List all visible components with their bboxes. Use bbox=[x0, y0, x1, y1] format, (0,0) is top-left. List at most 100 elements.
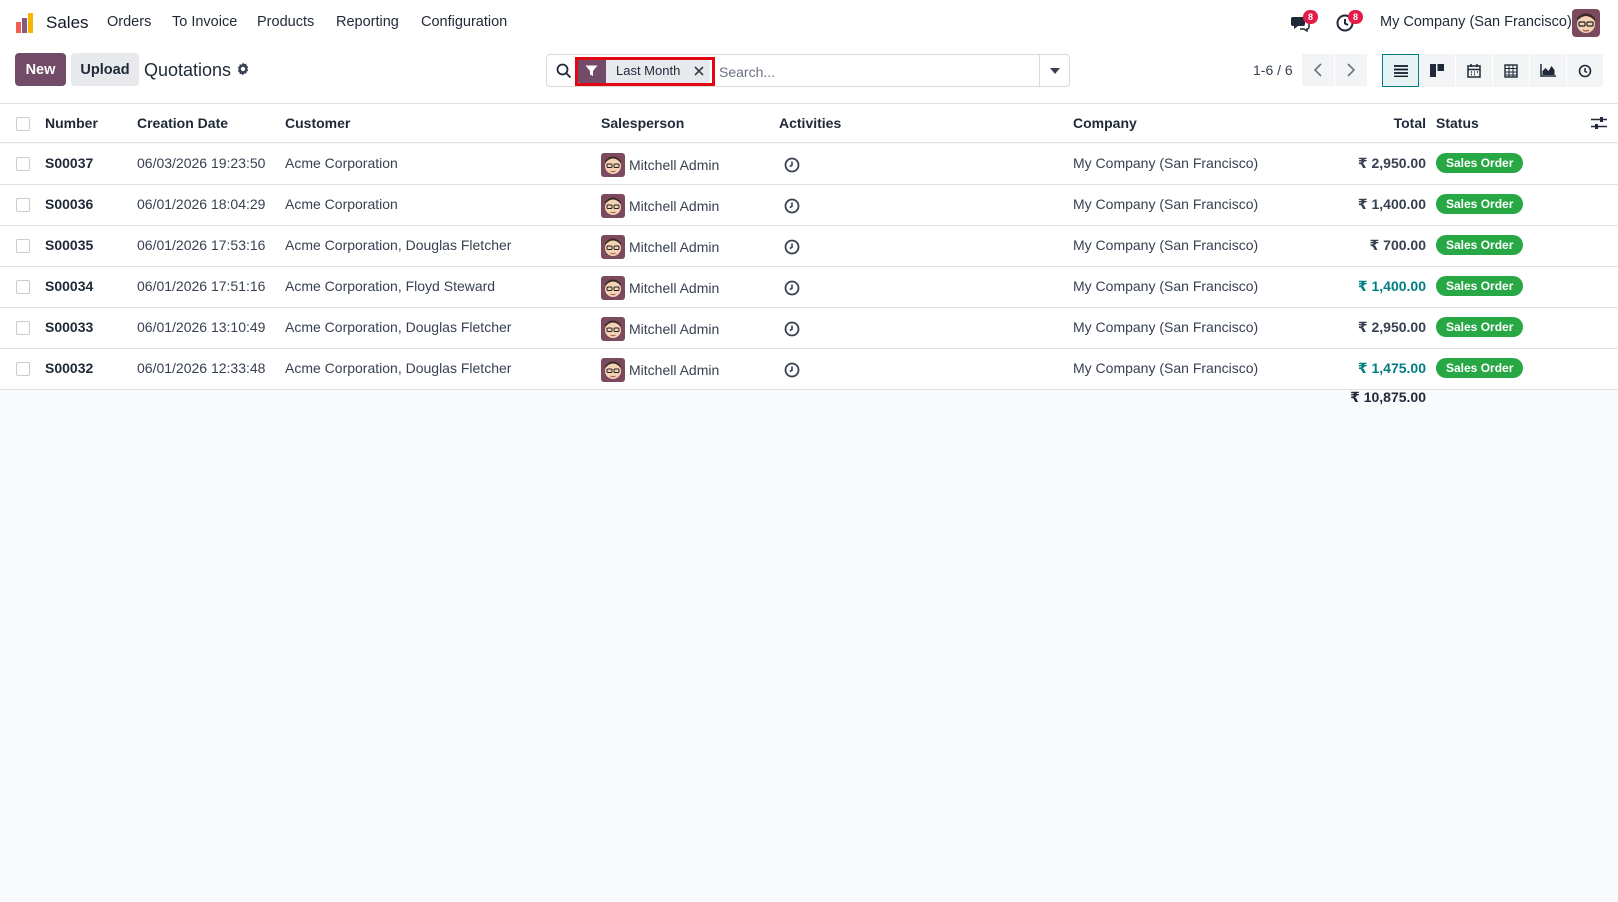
order-number: S00036 bbox=[45, 196, 94, 212]
search-panel: Last Month bbox=[546, 54, 1070, 87]
table-row[interactable]: S00035 06/01/2026 17:53:16 Acme Corporatio… bbox=[0, 226, 1618, 267]
salesperson-name: Mitchell Admin bbox=[629, 280, 720, 296]
activity-clock-icon[interactable] bbox=[783, 156, 801, 174]
clock-icon bbox=[1578, 64, 1592, 77]
activities-badge: 8 bbox=[1348, 10, 1363, 24]
column-number[interactable]: Number bbox=[45, 115, 98, 131]
activity-clock-icon[interactable] bbox=[783, 238, 801, 256]
graph-view-button[interactable] bbox=[1530, 54, 1567, 87]
search-facet-last-month: Last Month bbox=[577, 58, 711, 84]
pivot-view-button[interactable] bbox=[1493, 54, 1530, 87]
search-input[interactable] bbox=[719, 62, 1019, 82]
table-row[interactable]: S00036 06/01/2026 18:04:29 Acme Corporatio… bbox=[0, 185, 1618, 226]
list-view-button[interactable] bbox=[1382, 54, 1419, 87]
column-status[interactable]: Status bbox=[1436, 115, 1479, 131]
menu-to-invoice[interactable]: To Invoice bbox=[172, 14, 237, 30]
menu-orders[interactable]: Orders bbox=[107, 14, 151, 30]
status-badge: Sales Order bbox=[1436, 194, 1524, 214]
row-checkbox[interactable] bbox=[16, 157, 30, 171]
salesperson-name: Mitchell Admin bbox=[629, 321, 720, 337]
table-row[interactable]: S00032 06/01/2026 12:33:48 Acme Corporatio… bbox=[0, 349, 1618, 390]
column-company[interactable]: Company bbox=[1073, 115, 1137, 131]
user-avatar[interactable] bbox=[1572, 9, 1600, 37]
row-checkbox[interactable] bbox=[16, 362, 30, 376]
search-icon[interactable] bbox=[556, 63, 572, 79]
salesperson-avatar bbox=[601, 194, 625, 218]
facet-label: Last Month bbox=[606, 59, 689, 83]
customer-name: Acme Corporation, Douglas Fletcher bbox=[285, 360, 512, 376]
menu-products[interactable]: Products bbox=[257, 14, 314, 30]
new-button[interactable]: New bbox=[15, 53, 66, 86]
salesperson-avatar bbox=[601, 317, 625, 341]
column-total[interactable]: Total bbox=[1306, 115, 1426, 131]
salesperson-name: Mitchell Admin bbox=[629, 157, 720, 173]
order-total: ₹ 2,950.00 bbox=[1357, 319, 1426, 335]
column-creation-date[interactable]: Creation Date bbox=[137, 115, 228, 131]
order-total: ₹ 700.00 bbox=[1369, 237, 1426, 253]
customer-name: Acme Corporation, Floyd Steward bbox=[285, 278, 496, 294]
row-checkbox[interactable] bbox=[16, 321, 30, 335]
view-switcher bbox=[1382, 54, 1604, 87]
page-title: Quotations bbox=[144, 60, 232, 80]
status-badge: Sales Order bbox=[1436, 317, 1524, 337]
app-name[interactable]: Sales bbox=[46, 13, 89, 33]
chevron-right-icon bbox=[1347, 63, 1355, 77]
order-total: ₹ 1,400.00 bbox=[1357, 196, 1426, 212]
gear-icon[interactable] bbox=[236, 62, 250, 76]
search-options-toggle[interactable] bbox=[1039, 55, 1069, 86]
order-number: S00035 bbox=[45, 237, 94, 253]
area-chart-icon bbox=[1540, 64, 1556, 77]
status-badge: Sales Order bbox=[1436, 153, 1524, 173]
salesperson-name: Mitchell Admin bbox=[629, 239, 720, 255]
column-salesperson[interactable]: Salesperson bbox=[601, 115, 684, 131]
creation-date: 06/03/2026 19:23:50 bbox=[137, 155, 266, 171]
pager-next-button[interactable] bbox=[1335, 54, 1367, 86]
list-icon bbox=[1393, 64, 1408, 77]
salesperson-avatar bbox=[601, 235, 625, 259]
row-checkbox[interactable] bbox=[16, 280, 30, 294]
select-all-checkbox[interactable] bbox=[16, 117, 30, 131]
creation-date: 06/01/2026 12:33:48 bbox=[137, 360, 266, 376]
pager-previous-button[interactable] bbox=[1302, 54, 1334, 86]
company-switcher[interactable]: My Company (San Francisco) bbox=[1380, 14, 1572, 30]
row-checkbox[interactable] bbox=[16, 239, 30, 253]
activity-clock-icon[interactable] bbox=[783, 320, 801, 338]
top-navbar: Sales Orders To Invoice Products Reporti… bbox=[0, 0, 1618, 46]
creation-date: 06/01/2026 17:51:16 bbox=[137, 278, 266, 294]
facet-remove-icon[interactable] bbox=[688, 59, 711, 83]
menu-configuration[interactable]: Configuration bbox=[421, 14, 507, 30]
sales-app-logo-icon[interactable] bbox=[15, 12, 37, 34]
activity-view-button[interactable] bbox=[1567, 54, 1604, 87]
column-activities[interactable]: Activities bbox=[779, 115, 841, 131]
caret-down-icon bbox=[1049, 67, 1060, 74]
activity-clock-icon[interactable] bbox=[783, 279, 801, 297]
activity-clock-icon[interactable] bbox=[783, 197, 801, 215]
order-number: S00037 bbox=[45, 155, 94, 171]
row-checkbox[interactable] bbox=[16, 198, 30, 212]
company-name: My Company (San Francisco) bbox=[1073, 360, 1259, 376]
salesperson-name: Mitchell Admin bbox=[629, 362, 720, 378]
upload-button[interactable]: Upload bbox=[71, 53, 139, 86]
order-number: S00034 bbox=[45, 278, 94, 294]
pager-value[interactable]: 1-6 / 6 bbox=[1253, 62, 1293, 78]
status-badge: Sales Order bbox=[1436, 276, 1524, 296]
optional-columns-icon[interactable] bbox=[1591, 116, 1607, 130]
calendar-view-button[interactable] bbox=[1456, 54, 1493, 87]
status-badge: Sales Order bbox=[1436, 235, 1524, 255]
customer-name: Acme Corporation, Douglas Fletcher bbox=[285, 319, 512, 335]
column-customer[interactable]: Customer bbox=[285, 115, 350, 131]
creation-date: 06/01/2026 17:53:16 bbox=[137, 237, 266, 253]
menu-reporting[interactable]: Reporting bbox=[336, 14, 399, 30]
order-number: S00032 bbox=[45, 360, 94, 376]
salesperson-avatar bbox=[601, 276, 625, 300]
customer-name: Acme Corporation bbox=[285, 196, 398, 212]
table-row[interactable]: S00034 06/01/2026 17:51:16 Acme Corporatio… bbox=[0, 267, 1618, 308]
table-row[interactable]: S00033 06/01/2026 13:10:49 Acme Corporatio… bbox=[0, 308, 1618, 349]
customer-name: Acme Corporation, Douglas Fletcher bbox=[285, 237, 512, 253]
kanban-view-button[interactable] bbox=[1419, 54, 1456, 87]
table-row[interactable]: S00037 06/03/2026 19:23:50 Acme Corporatio… bbox=[0, 144, 1618, 185]
creation-date: 06/01/2026 13:10:49 bbox=[137, 319, 266, 335]
activity-clock-icon[interactable] bbox=[783, 361, 801, 379]
creation-date: 06/01/2026 18:04:29 bbox=[137, 196, 266, 212]
salesperson-avatar bbox=[601, 358, 625, 382]
